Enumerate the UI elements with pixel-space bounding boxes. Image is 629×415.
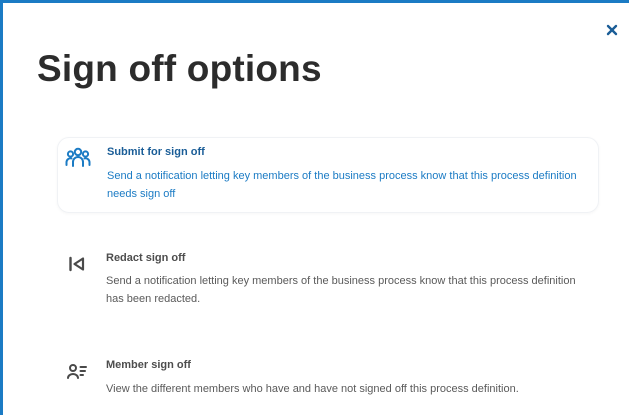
sign-off-options-dialog: Sign off options Submit for sign off Sen…	[0, 0, 629, 415]
redact-sign-off-option[interactable]: Redact sign off Send a notification lett…	[57, 244, 599, 314]
option-description: Send a notification letting key members …	[106, 275, 576, 305]
member-sign-off-option[interactable]: Member sign off View the different membe…	[57, 351, 599, 407]
option-label: Member sign off	[106, 359, 191, 371]
member-list-icon	[67, 364, 87, 379]
dialog-title: Sign off options	[37, 48, 322, 89]
option-label: Redact sign off	[106, 252, 186, 264]
option-label: Submit for sign off	[107, 146, 205, 158]
option-description: Send a notification letting key members …	[107, 170, 577, 200]
group-users-icon	[65, 147, 91, 167]
submit-for-sign-off-option[interactable]: Submit for sign off Send a notification …	[57, 137, 599, 213]
option-description: View the different members who have and …	[106, 383, 519, 395]
skip-back-icon	[69, 256, 85, 272]
close-icon[interactable]	[605, 23, 619, 37]
